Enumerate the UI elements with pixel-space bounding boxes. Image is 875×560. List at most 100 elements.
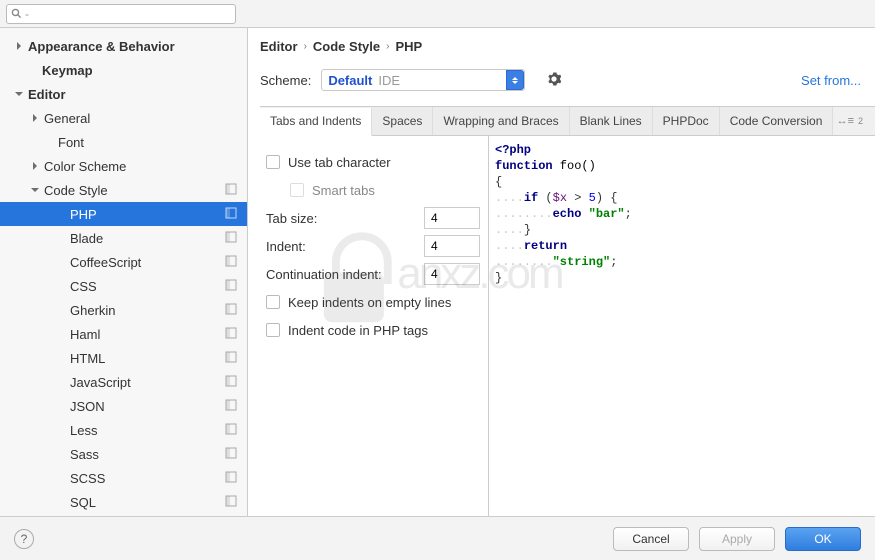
indent-php-checkbox[interactable]: Indent code in PHP tags	[266, 316, 480, 344]
continuation-indent-label: Continuation indent:	[266, 267, 382, 282]
top-bar: -	[0, 0, 875, 28]
module-icon	[225, 423, 239, 437]
module-icon	[225, 207, 239, 221]
indent-form: Use tab character Smart tabs Tab size: I…	[260, 136, 488, 516]
sidebar-item-color-scheme[interactable]: Color Scheme	[0, 154, 247, 178]
module-icon	[225, 375, 239, 389]
sidebar-item-coffeescript[interactable]: CoffeeScript	[0, 250, 247, 274]
sidebar-item-sass[interactable]: Sass	[0, 442, 247, 466]
module-icon	[225, 303, 239, 317]
sidebar-item-label: Font	[58, 135, 84, 150]
module-icon	[225, 231, 239, 245]
chevron-down-icon	[14, 89, 24, 99]
sidebar-item-code-style[interactable]: Code Style	[0, 178, 247, 202]
module-icon	[225, 327, 239, 341]
tab-wrapping-and-braces[interactable]: Wrapping and Braces	[433, 107, 569, 135]
sidebar-item-scss[interactable]: SCSS	[0, 466, 247, 490]
set-from-link[interactable]: Set from...	[801, 73, 861, 88]
checkbox-icon	[266, 295, 280, 309]
sidebar-item-label: CoffeeScript	[70, 255, 141, 270]
sidebar-item-html[interactable]: HTML	[0, 346, 247, 370]
sidebar-item-less[interactable]: Less	[0, 418, 247, 442]
tab-phpdoc[interactable]: PHPDoc	[653, 107, 720, 135]
checkbox-icon	[290, 183, 304, 197]
sidebar-item-label: Keymap	[42, 63, 93, 78]
cancel-button[interactable]: Cancel	[613, 527, 689, 551]
module-icon	[225, 183, 239, 197]
search-icon	[11, 8, 22, 19]
sidebar-item-label: JavaScript	[70, 375, 131, 390]
breadcrumb-item: Code Style	[313, 39, 380, 54]
dropdown-arrow-icon[interactable]	[506, 70, 524, 90]
sidebar-item-font[interactable]: Font	[0, 130, 247, 154]
scheme-value: Default	[328, 73, 372, 88]
module-icon	[225, 255, 239, 269]
continuation-indent-input[interactable]	[424, 263, 480, 285]
chevron-right-icon: ›	[386, 41, 389, 52]
module-icon	[225, 279, 239, 293]
indent-input[interactable]	[424, 235, 480, 257]
module-icon	[225, 399, 239, 413]
scheme-select[interactable]: Default IDE	[321, 69, 525, 91]
search-placeholder-dash: -	[25, 7, 29, 21]
sidebar-item-label: CSS	[70, 279, 97, 294]
tab-code-conversion[interactable]: Code Conversion	[720, 107, 834, 135]
sidebar-item-keymap[interactable]: Keymap	[0, 58, 247, 82]
chevron-right-icon	[14, 41, 24, 51]
smart-tabs-checkbox: Smart tabs	[266, 176, 480, 204]
chevron-right-icon	[30, 113, 40, 123]
sidebar-item-haml[interactable]: Haml	[0, 322, 247, 346]
sidebar-item-php[interactable]: PHP	[0, 202, 247, 226]
sidebar-item-appearance-behavior[interactable]: Appearance & Behavior	[0, 34, 247, 58]
module-icon	[225, 471, 239, 485]
checkbox-icon	[266, 155, 280, 169]
sidebar-item-json[interactable]: JSON	[0, 394, 247, 418]
tab-size-label: Tab size:	[266, 211, 317, 226]
module-icon	[225, 447, 239, 461]
breadcrumb: Editor › Code Style › PHP	[260, 28, 875, 60]
tab-blank-lines[interactable]: Blank Lines	[570, 107, 653, 135]
sidebar-item-label: Blade	[70, 231, 103, 246]
tab-tabs-and-indents[interactable]: Tabs and Indents	[260, 108, 372, 136]
help-icon[interactable]: ?	[14, 529, 34, 549]
sidebar-item-label: JSON	[70, 399, 105, 414]
sidebar-item-label: PHP	[70, 207, 97, 222]
code-preview: <?php function foo() { ....if ($x > 5) {…	[488, 136, 875, 516]
sidebar-item-label: Gherkin	[70, 303, 116, 318]
scheme-label: Scheme:	[260, 73, 311, 88]
sidebar-item-editor[interactable]: Editor	[0, 82, 247, 106]
tab-size-input[interactable]	[424, 207, 480, 229]
ok-button[interactable]: OK	[785, 527, 861, 551]
module-icon	[225, 495, 239, 509]
footer: ? Cancel Apply OK	[0, 516, 875, 560]
sidebar-item-label: Sass	[70, 447, 99, 462]
gear-icon[interactable]	[547, 72, 561, 89]
sidebar-item-label: Code Style	[44, 183, 108, 198]
tabs: Tabs and IndentsSpacesWrapping and Brace…	[260, 106, 875, 136]
sidebar-item-label: Color Scheme	[44, 159, 126, 174]
sidebar-item-gherkin[interactable]: Gherkin	[0, 298, 247, 322]
sidebar-item-label: Less	[70, 423, 97, 438]
keep-indents-checkbox[interactable]: Keep indents on empty lines	[266, 288, 480, 316]
breadcrumb-item: PHP	[395, 39, 422, 54]
sidebar-item-label: SQL	[70, 495, 96, 510]
sidebar-item-general[interactable]: General	[0, 106, 247, 130]
search-input[interactable]: -	[6, 4, 236, 24]
chevron-right-icon: ›	[304, 41, 307, 52]
sidebar-item-label: Appearance & Behavior	[28, 39, 175, 54]
checkbox-icon	[266, 323, 280, 337]
sidebar-item-javascript[interactable]: JavaScript	[0, 370, 247, 394]
settings-tree[interactable]: Appearance & Behavior Keymap EditorGeneral…	[0, 28, 248, 516]
sidebar-item-sql[interactable]: SQL	[0, 490, 247, 514]
chevron-down-icon	[30, 185, 40, 195]
use-tab-checkbox[interactable]: Use tab character	[266, 148, 480, 176]
sidebar-item-blade[interactable]: Blade	[0, 226, 247, 250]
sidebar-item-css[interactable]: CSS	[0, 274, 247, 298]
indent-label: Indent:	[266, 239, 306, 254]
tabs-overflow-icon[interactable]: ↔≡ 2	[837, 115, 867, 127]
apply-button: Apply	[699, 527, 775, 551]
chevron-right-icon	[30, 161, 40, 171]
scheme-sub: IDE	[378, 73, 400, 88]
tab-spaces[interactable]: Spaces	[372, 107, 433, 135]
module-icon	[225, 351, 239, 365]
